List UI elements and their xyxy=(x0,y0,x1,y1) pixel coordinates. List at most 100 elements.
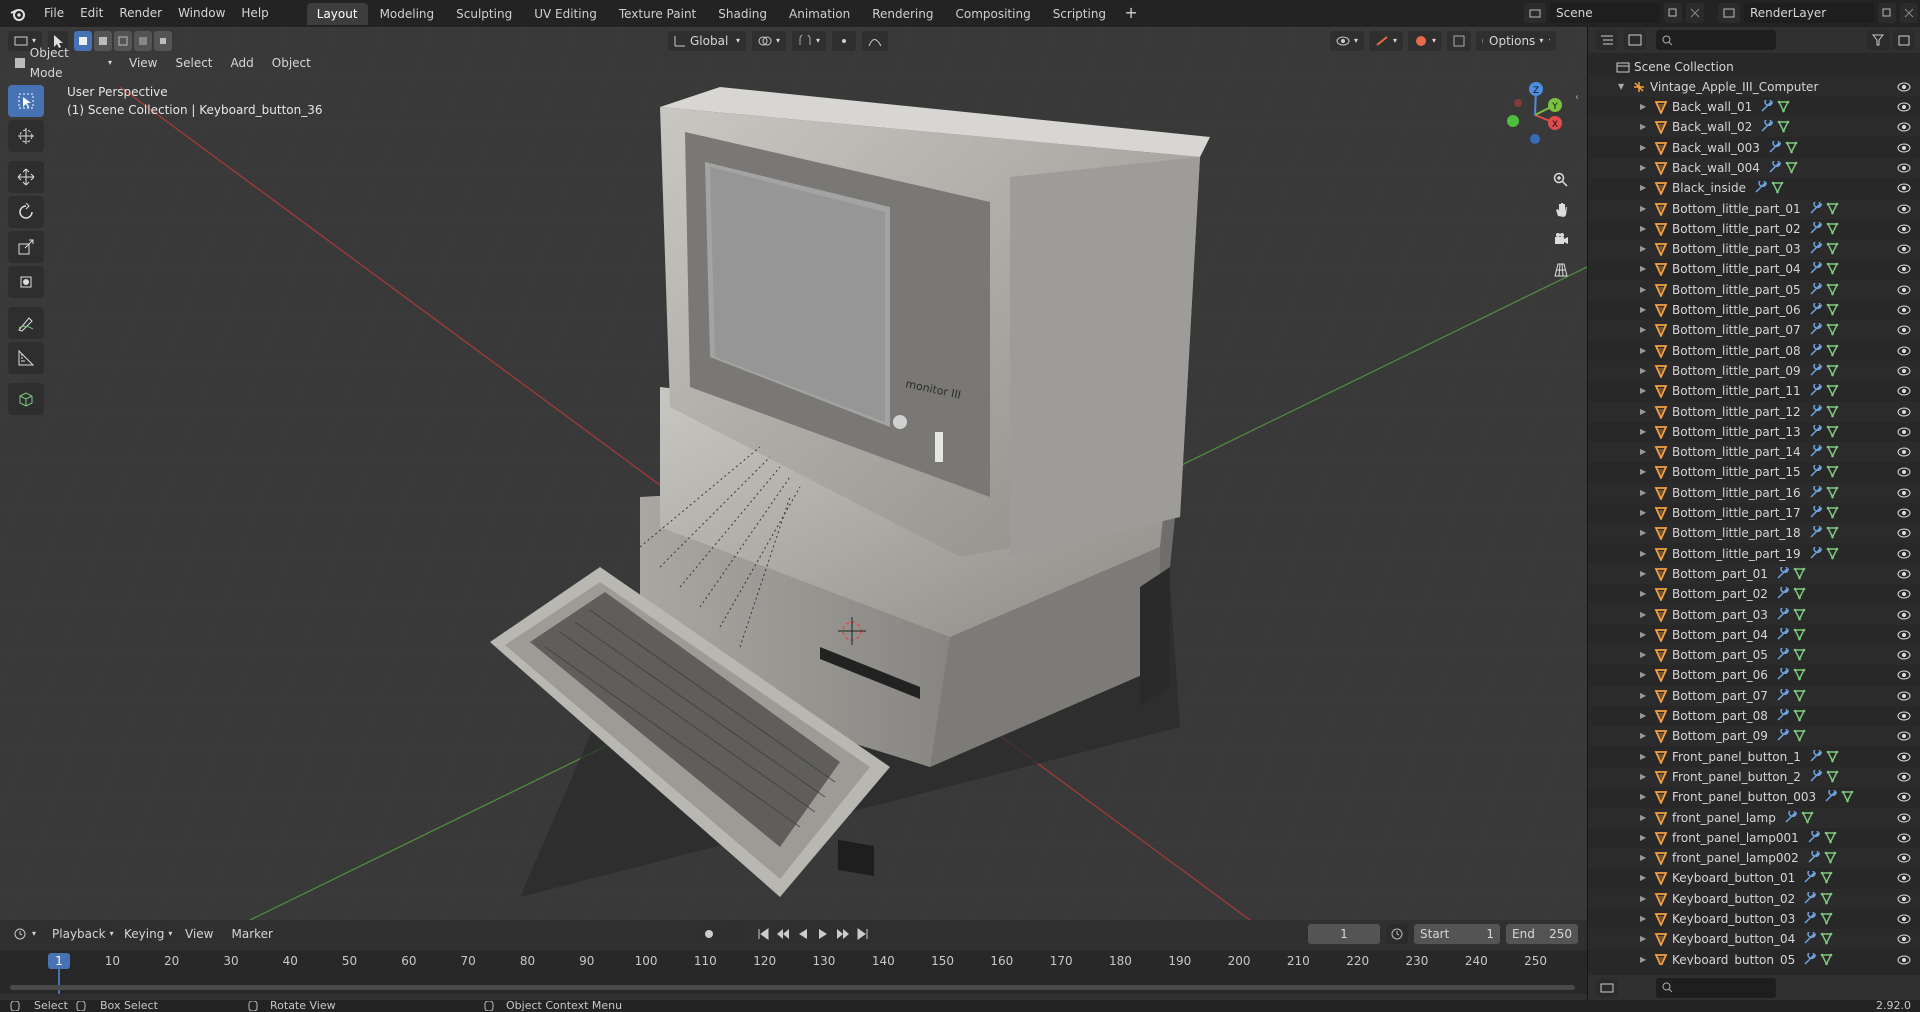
expand-arrow-icon[interactable]: ▶ xyxy=(1640,523,1646,543)
visibility-eye-icon[interactable] xyxy=(1897,852,1911,864)
gizmo-toggle[interactable]: ▾ xyxy=(1369,31,1404,51)
scene-delete-icon[interactable] xyxy=(1686,3,1704,23)
modifier-wrench-icon[interactable] xyxy=(1776,648,1789,661)
modifier-wrench-icon[interactable] xyxy=(1809,221,1822,235)
modifier-wrench-icon[interactable] xyxy=(1803,891,1816,905)
outliner-object-row[interactable]: ▶ Bottom_little_part_19 xyxy=(1588,544,1920,564)
object-mode-dropdown[interactable]: Object Mode ▾ xyxy=(8,46,118,80)
outliner-object-row[interactable]: ▶ Bottom_part_09 xyxy=(1588,726,1920,747)
mesh-data-icon[interactable] xyxy=(1826,283,1839,296)
visibility-eye-icon[interactable] xyxy=(1897,872,1911,884)
new-collection-icon[interactable] xyxy=(1893,30,1915,50)
mesh-data-icon[interactable] xyxy=(1826,202,1839,215)
outliner[interactable]: Scene Collection ▼ Vintage_Apple_III_Com… xyxy=(1587,27,1920,1000)
falloff-button[interactable] xyxy=(862,31,889,51)
mesh-data-icon[interactable] xyxy=(1793,689,1806,702)
timeline-track-area[interactable]: 10 20 30 40 50 60 70 80 90 100 110 120 130 140 150 160 1… xyxy=(0,950,1587,994)
modifier-wrench-icon[interactable] xyxy=(1768,160,1781,174)
outliner-object-row[interactable]: ▶ Bottom_part_03 xyxy=(1588,604,1920,625)
modifier-wrench-icon[interactable] xyxy=(1807,830,1820,844)
expand-arrow-icon[interactable]: ▶ xyxy=(1640,239,1646,259)
outliner-object-row[interactable]: ▶ Keyboard_button_04 xyxy=(1588,929,1920,950)
outliner-object-row[interactable]: ▶ Bottom_little_part_06 xyxy=(1588,300,1920,320)
expand-arrow-icon[interactable]: ▶ xyxy=(1640,341,1646,361)
modifier-wrench-icon[interactable] xyxy=(1803,871,1816,884)
expand-arrow-icon[interactable]: ▶ xyxy=(1640,402,1646,422)
outliner-object-row[interactable]: ▶ Back_wall_004 xyxy=(1588,157,1920,178)
xray-toggle[interactable] xyxy=(1447,31,1472,51)
mesh-data-icon[interactable] xyxy=(1820,932,1833,945)
mesh-data-icon[interactable] xyxy=(1820,912,1833,925)
mesh-data-icon[interactable] xyxy=(1777,100,1790,113)
visibility-eye-icon[interactable] xyxy=(1897,101,1911,113)
visibility-eye-icon[interactable] xyxy=(1897,466,1911,478)
measure-tool-icon[interactable] xyxy=(8,342,44,374)
properties-search-input[interactable] xyxy=(1656,977,1776,998)
expand-arrow-icon[interactable]: ▶ xyxy=(1640,178,1646,198)
visibility-eye-icon[interactable] xyxy=(1897,487,1911,499)
expand-arrow-icon[interactable]: ▶ xyxy=(1640,706,1646,726)
transform-orientation-dropdown[interactable]: Global ▾ xyxy=(668,31,746,51)
visibility-eye-icon[interactable] xyxy=(1897,751,1911,763)
modifier-wrench-icon[interactable] xyxy=(1824,790,1837,803)
proportional-edit-button[interactable] xyxy=(832,31,857,51)
expand-arrow-icon[interactable]: ▶ xyxy=(1640,320,1646,340)
visibility-eye-icon[interactable] xyxy=(1897,304,1911,316)
visibility-eye-icon[interactable] xyxy=(1897,203,1911,215)
expand-arrow-icon[interactable]: ▶ xyxy=(1640,605,1646,625)
select-intersect-icon[interactable] xyxy=(154,31,173,51)
expand-arrow-icon[interactable]: ▶ xyxy=(1640,747,1646,767)
visibility-eye-icon[interactable] xyxy=(1897,609,1911,621)
view-layer-delete-icon[interactable] xyxy=(1900,3,1918,23)
visibility-eye-icon[interactable] xyxy=(1897,406,1911,418)
outliner-object-row[interactable]: ▶ Bottom_little_part_17 xyxy=(1588,503,1920,523)
outliner-object-row[interactable]: ▶ Keyboard_button_05 xyxy=(1588,950,1920,965)
modifier-wrench-icon[interactable] xyxy=(1809,404,1822,418)
viewport-menu-select[interactable]: Select xyxy=(168,53,219,73)
menu-window[interactable]: Window xyxy=(170,0,233,27)
visibility-eye-icon[interactable] xyxy=(1897,446,1911,458)
modifier-wrench-icon[interactable] xyxy=(1809,242,1822,255)
mesh-data-icon[interactable] xyxy=(1824,851,1837,864)
expand-arrow-icon[interactable]: ▶ xyxy=(1640,117,1646,137)
modifier-wrench-icon[interactable] xyxy=(1809,201,1822,215)
auto-key-dropdown[interactable] xyxy=(722,924,744,944)
expand-arrow-icon[interactable]: ▶ xyxy=(1640,97,1646,117)
expand-arrow-icon[interactable]: ▶ xyxy=(1640,138,1646,158)
outliner-object-row[interactable]: ▶ Back_wall_02 xyxy=(1588,117,1920,138)
modifier-wrench-icon[interactable] xyxy=(1809,424,1822,438)
play-reverse-icon[interactable] xyxy=(794,924,812,944)
modifier-wrench-icon[interactable] xyxy=(1776,709,1789,722)
keying-dropdown[interactable]: Keying ▾ xyxy=(118,924,175,944)
select-subtract-icon[interactable] xyxy=(114,31,133,51)
modifier-wrench-icon[interactable] xyxy=(1803,912,1816,925)
tab-scripting[interactable]: Scripting xyxy=(1043,3,1116,25)
tab-sculpting[interactable]: Sculpting xyxy=(446,3,522,25)
visibility-eye-icon[interactable] xyxy=(1897,182,1911,194)
outliner-object-row[interactable]: ▶ Back_wall_003 xyxy=(1588,138,1920,158)
expand-arrow-icon[interactable]: ▶ xyxy=(1640,929,1646,949)
playback-dropdown[interactable]: Playback ▾ xyxy=(46,924,115,944)
start-frame-field[interactable]: Start 1 xyxy=(1414,924,1500,944)
viewport-menu-view[interactable]: View xyxy=(122,53,164,73)
mesh-data-icon[interactable] xyxy=(1793,628,1806,641)
mesh-data-icon[interactable] xyxy=(1826,384,1839,397)
outliner-object-row[interactable]: ▶ Black_inside xyxy=(1588,178,1920,198)
visibility-eye-icon[interactable] xyxy=(1897,832,1911,844)
tab-compositing[interactable]: Compositing xyxy=(945,3,1040,25)
outliner-object-row[interactable]: ▶ Keyboard_button_02 xyxy=(1588,888,1920,909)
visibility-eye-icon[interactable] xyxy=(1897,324,1911,336)
mesh-data-icon[interactable] xyxy=(1826,323,1839,336)
mesh-data-icon[interactable] xyxy=(1826,506,1839,519)
tab-modeling[interactable]: Modeling xyxy=(370,3,445,25)
expand-arrow-icon[interactable]: ▶ xyxy=(1640,544,1646,564)
properties-editor-type-icon[interactable] xyxy=(1596,977,1618,998)
move-tool-icon[interactable] xyxy=(8,161,44,193)
snap-button[interactable]: ▾ xyxy=(792,31,827,51)
mesh-data-icon[interactable] xyxy=(1826,445,1839,458)
modifier-wrench-icon[interactable] xyxy=(1809,485,1822,499)
mesh-data-icon[interactable] xyxy=(1793,587,1806,600)
view-layer-copy-icon[interactable] xyxy=(1878,3,1896,23)
modifier-wrench-icon[interactable] xyxy=(1807,851,1820,864)
expand-arrow-icon[interactable]: ▶ xyxy=(1640,828,1646,848)
